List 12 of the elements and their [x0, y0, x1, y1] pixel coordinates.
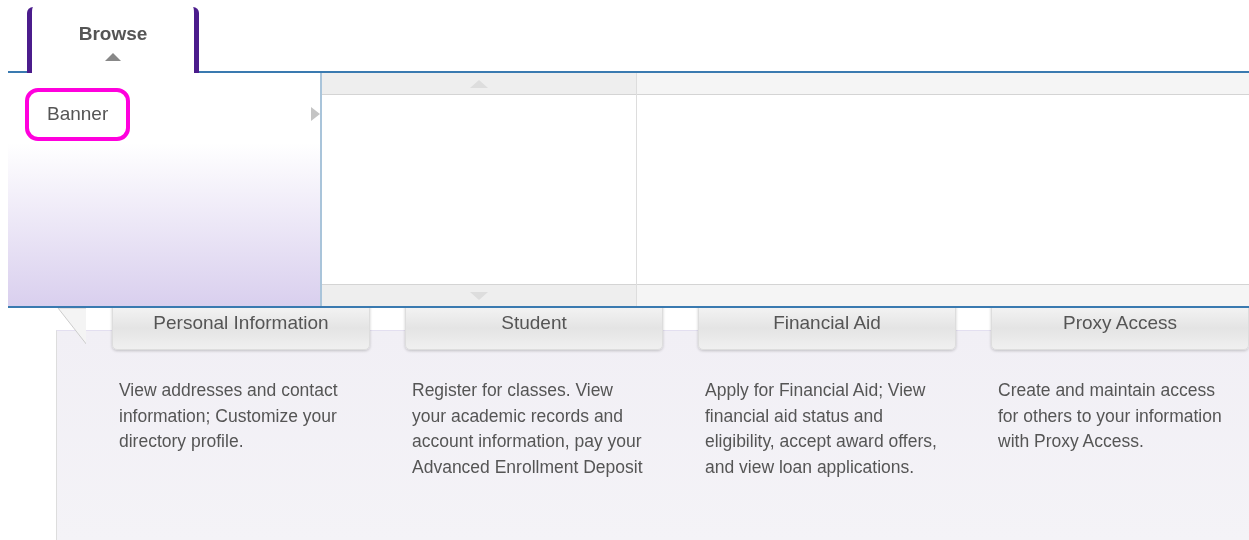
category-description: Create and maintain access for others to your information with Proxy Access.	[998, 379, 1223, 453]
browse-tab[interactable]: Browse	[27, 7, 199, 73]
scroll-up-button[interactable]	[322, 73, 636, 95]
scroll-down-button[interactable]	[322, 284, 636, 306]
category-description: Apply for Financial Aid; View financial aid status and eligibility, accept award offers, and view loan applications.	[705, 379, 937, 479]
menu-item[interactable]: Banner	[25, 88, 131, 141]
caret-up-icon	[105, 52, 121, 61]
previous-arrow-icon[interactable]	[57, 308, 86, 345]
category-description: View addresses and contact information; Customize your directory profile.	[119, 379, 339, 453]
scroll-down-button[interactable]	[637, 284, 1249, 306]
category-description: Register for classes. View your academic records and account information, pay your Advanced Enrollment Deposit	[412, 379, 644, 479]
scroll-up-button[interactable]	[637, 73, 1249, 95]
